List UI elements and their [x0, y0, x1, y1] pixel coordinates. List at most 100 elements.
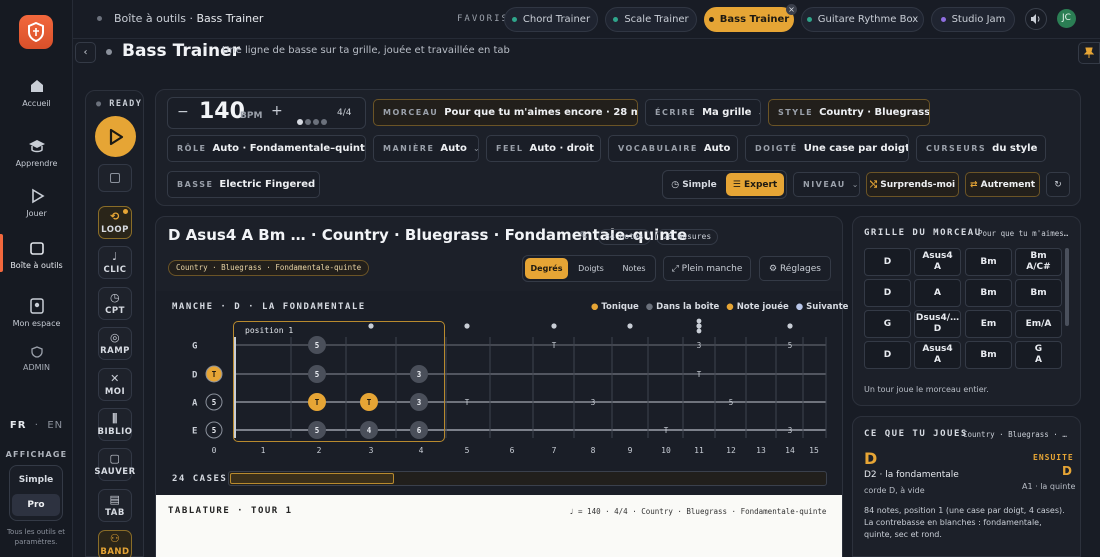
- maniere-select[interactable]: MANIÈRE Auto ⌄: [373, 135, 479, 162]
- affichage-label: AFFICHAGE: [5, 450, 68, 459]
- tool-cpt[interactable]: ◷ CPT: [98, 287, 132, 320]
- string-label: G: [192, 342, 197, 352]
- fret-number: 13: [756, 446, 766, 455]
- neck-scroller[interactable]: [228, 471, 827, 486]
- admin-shield-icon: [30, 346, 43, 358]
- speaker-icon[interactable]: [1025, 8, 1047, 30]
- morceau-select[interactable]: MORCEAU Pour que tu m'aimes encore · 28 m…: [373, 99, 638, 126]
- grille-cell[interactable]: G: [864, 310, 911, 338]
- reglages-button[interactable]: ⚙ Réglages: [759, 256, 831, 281]
- grille-cell[interactable]: A: [914, 279, 961, 307]
- mode-pro-button[interactable]: Pro: [12, 494, 60, 516]
- tool-biblio[interactable]: ⫼ BIBLIO: [98, 408, 132, 441]
- autrement-button[interactable]: ⇄ Autrement: [965, 172, 1040, 197]
- grille-cell[interactable]: Em/A: [1015, 310, 1062, 338]
- tab-notes[interactable]: Notes: [614, 258, 654, 279]
- lang-fr[interactable]: FR: [10, 420, 27, 431]
- favorite-chord-trainer[interactable]: Chord Trainer: [504, 7, 598, 32]
- mode-simple-button[interactable]: Simple: [12, 469, 60, 491]
- grille-cell[interactable]: D: [864, 248, 911, 276]
- nav-admin[interactable]: ADMIN: [0, 346, 73, 372]
- select-label: MORCEAU: [383, 108, 439, 117]
- surprends-moi-button[interactable]: ⤭ Surprends-moi: [866, 172, 959, 197]
- chevron-down-icon: ⌄: [1043, 144, 1045, 153]
- doigte-select[interactable]: DOIGTÉUne case par doigt⌄: [745, 135, 909, 162]
- alternate-icon: ⇄: [969, 179, 978, 190]
- favorite-studio-jam[interactable]: Studio Jam: [931, 7, 1015, 32]
- tab-degres[interactable]: Degrés: [525, 258, 568, 279]
- tool-label: CPT: [105, 305, 125, 316]
- edit-pencil-icon[interactable]: ✎: [579, 229, 588, 242]
- fret-marker: [551, 323, 557, 329]
- stop-button[interactable]: [98, 164, 132, 192]
- band-icon: ⚇: [109, 532, 121, 545]
- avatar[interactable]: JC: [1057, 9, 1076, 28]
- play-icon: [31, 188, 45, 204]
- app-logo[interactable]: [19, 15, 53, 49]
- grille-cell[interactable]: Bm: [965, 341, 1012, 369]
- grille-cell[interactable]: Bm A/C#: [1015, 248, 1062, 276]
- grille-cell[interactable]: Asus4 A: [914, 341, 961, 369]
- tempo-plus-button[interactable]: +: [271, 103, 283, 119]
- neck-note[interactable]: 5: [205, 421, 223, 439]
- refresh-icon: ↻: [1054, 179, 1062, 190]
- basse-select[interactable]: BASSEElectric Fingered⌄: [167, 171, 320, 198]
- ecrire-select[interactable]: ÉCRIRE Ma grille ⌄: [645, 99, 761, 126]
- grille-cell[interactable]: Em: [965, 310, 1012, 338]
- feel-select[interactable]: FEEL Auto · droit ⌄: [486, 135, 601, 162]
- favorite-scale-trainer[interactable]: Scale Trainer: [605, 7, 697, 32]
- grille-cell[interactable]: GA: [1015, 341, 1062, 369]
- tempo-value[interactable]: 140: [199, 99, 245, 124]
- nav-jouer[interactable]: Jouer: [0, 188, 73, 218]
- lang-en[interactable]: EN: [47, 420, 63, 431]
- grille-cell[interactable]: Asus4 A: [914, 248, 961, 276]
- simple-toggle-button[interactable]: ◷ Simple: [666, 173, 722, 196]
- grille-cell[interactable]: Bm: [1015, 279, 1062, 307]
- favorite-guitare-rythme-box[interactable]: Guitare Rythme Box: [801, 7, 924, 32]
- grille-cell[interactable]: D: [864, 279, 911, 307]
- grille-cell[interactable]: Bm: [965, 248, 1012, 276]
- scroller-thumb[interactable]: [230, 473, 394, 484]
- tempo-minus-button[interactable]: −: [177, 104, 189, 120]
- tool-clic[interactable]: ♩ CLIC: [98, 246, 132, 279]
- vocabulaire-select[interactable]: VOCABULAIRE Auto ⌄: [608, 135, 738, 162]
- nav-mon-espace[interactable]: Mon espace: [0, 298, 73, 328]
- tool-tab[interactable]: ▤ TAB: [98, 489, 132, 522]
- neck-note[interactable]: T: [205, 365, 223, 383]
- tool-band[interactable]: ⚇ BAND: [98, 530, 132, 557]
- favoris-label: FAVORIS: [457, 14, 509, 24]
- curseurs-select[interactable]: CURSEURS du style ⌄: [916, 135, 1046, 162]
- current-note: D2 · la fondamentale: [864, 470, 959, 480]
- fret-marker: [696, 328, 702, 334]
- tempo-unit: BPM: [240, 111, 263, 121]
- breadcrumb-root[interactable]: Boîte à outils: [114, 12, 186, 25]
- svg-text:5: 5: [212, 426, 217, 435]
- niveau-select[interactable]: NIVEAU ⌄: [793, 172, 860, 197]
- pin-icon[interactable]: [1078, 42, 1100, 64]
- tool-sauver[interactable]: ▢ SAUVER: [94, 448, 135, 481]
- tab-doigts[interactable]: Doigts: [570, 258, 612, 279]
- breadcrumb-separator: ·: [189, 12, 194, 25]
- role-select[interactable]: RÔLEAuto · Fondamentale–quinte⌄: [167, 135, 366, 162]
- tool-moi[interactable]: ✕ MOI: [98, 368, 132, 401]
- refresh-button[interactable]: ↻: [1046, 172, 1070, 197]
- expert-toggle-button[interactable]: ☰ Expert: [726, 173, 784, 196]
- grille-cell[interactable]: Bm: [965, 279, 1012, 307]
- neck-note[interactable]: 5: [205, 393, 223, 411]
- nav-boite-a-outils[interactable]: Boîte à outils: [0, 234, 73, 272]
- nav-accueil[interactable]: Accueil: [0, 78, 73, 108]
- plein-manche-button[interactable]: ⤢ Plein manche: [663, 256, 751, 281]
- back-button[interactable]: ‹: [75, 42, 96, 63]
- select-value: Auto: [703, 143, 731, 154]
- grille-cell[interactable]: Dsus4/… D: [914, 310, 961, 338]
- tool-ramp[interactable]: ◎ RAMP: [98, 327, 132, 360]
- time-signature[interactable]: 4/4: [337, 108, 351, 118]
- favorite-bass-trainer[interactable]: Bass Trainer: [704, 7, 794, 32]
- play-button[interactable]: [95, 116, 136, 157]
- style-select[interactable]: STYLECountry · Bluegrass⌄: [768, 99, 930, 126]
- close-favorite-icon[interactable]: ×: [786, 4, 797, 15]
- nav-apprendre[interactable]: Apprendre: [0, 138, 73, 168]
- grille-scrollbar[interactable]: [1065, 248, 1069, 326]
- fret-number: 9: [628, 446, 633, 455]
- grille-cell[interactable]: D: [864, 341, 911, 369]
